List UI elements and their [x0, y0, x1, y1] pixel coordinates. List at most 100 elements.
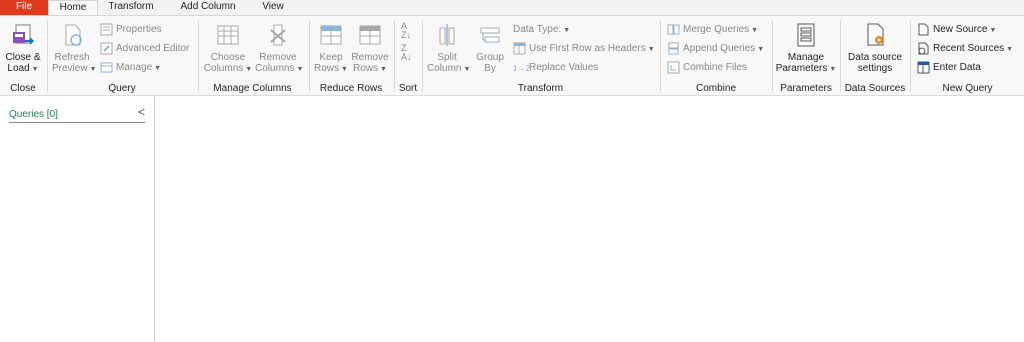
chevron-down-icon: ▼	[757, 46, 765, 53]
chevron-down-icon: ▼	[380, 66, 387, 73]
replace-values-label: Replace Values	[529, 62, 599, 73]
enter-data-icon	[917, 61, 930, 74]
data-source-settings-button[interactable]: Data source settings	[843, 22, 907, 74]
chevron-down-icon: ▼	[296, 66, 304, 73]
group-label-close: Close	[10, 83, 36, 94]
replace-values-button[interactable]: 1→2Replace Values	[513, 60, 598, 76]
remove-rows-label: Remove	[351, 52, 389, 63]
merge-queries-label: Merge Queries	[683, 24, 750, 35]
keep-label: Keep	[319, 52, 343, 63]
refresh-preview-button[interactable]: Refresh Preview ▼	[52, 22, 97, 75]
collapse-pane-icon[interactable]: <	[138, 105, 145, 119]
group-transform: Split Column ▼ Group By Data Type: ▼ Use F…	[423, 16, 658, 96]
manage-params-label-2: Parameters	[775, 63, 828, 74]
new-source-label: New Source	[933, 24, 988, 35]
append-icon	[667, 42, 680, 55]
enter-data-label: Enter Data	[933, 62, 981, 73]
group-label-parameters: Parameters	[780, 83, 832, 94]
parameters-icon	[793, 22, 819, 48]
queries-title[interactable]: Queries [0]	[9, 109, 145, 123]
choose-label-2: Columns	[203, 63, 244, 74]
remove-columns-button[interactable]: Remove Columns ▼	[255, 22, 304, 75]
close-load-label-2: Load	[7, 63, 30, 74]
properties-label: Properties	[116, 24, 162, 35]
close-load-button[interactable]: Close & Load ▼	[3, 22, 43, 75]
close-load-label: Close &	[5, 52, 41, 63]
merge-queries-button[interactable]: Merge Queries ▼	[667, 22, 758, 38]
chevron-down-icon: ▼	[154, 65, 162, 72]
remove-rows-button[interactable]: Remove Rows ▼	[350, 22, 390, 75]
group-label-transform: Transform	[517, 83, 564, 94]
chevron-down-icon: ▼	[1006, 46, 1014, 53]
manage-label: Manage	[116, 62, 153, 73]
use-first-row-label: Use First Row as Headers	[529, 43, 646, 54]
tab-file[interactable]: File	[0, 0, 48, 15]
close-load-icon	[10, 22, 36, 48]
data-source-settings-icon	[862, 22, 888, 48]
data-source-label-2: settings	[857, 63, 893, 74]
remove-rows-icon	[357, 22, 383, 48]
manage-button[interactable]: Manage ▼	[100, 60, 161, 76]
sort-descending-button[interactable]: Z A↓	[401, 44, 412, 62]
sort-ascending-button[interactable]: A Z↓	[401, 22, 411, 40]
group-sort: A Z↓ Z A↓ Sort	[395, 16, 421, 96]
chevron-down-icon: ▼	[751, 27, 759, 34]
group-by-button[interactable]: Group By	[471, 22, 509, 74]
group-data-sources: Data source settings Data Sources	[841, 16, 909, 96]
sort-descending-icon: Z A↓	[401, 43, 412, 62]
choose-columns-button[interactable]: Choose Columns ▼	[203, 22, 253, 75]
keep-label-2: Rows	[314, 63, 340, 74]
keep-rows-button[interactable]: Keep Rows ▼	[312, 22, 350, 75]
remove-columns-icon	[265, 22, 291, 48]
append-queries-label: Append Queries	[683, 43, 756, 54]
group-label-data-sources: Data Sources	[844, 83, 906, 94]
tab-transform[interactable]: Transform	[98, 0, 164, 15]
choose-columns-icon	[215, 22, 241, 48]
ribbon: Close & Load ▼ Close Refresh Preview ▼ Pro…	[0, 15, 1024, 96]
recent-sources-label: Recent Sources	[933, 43, 1005, 54]
tab-view[interactable]: View	[252, 0, 294, 15]
combine-files-label: Combine Files	[683, 62, 747, 73]
combine-files-button[interactable]: Combine Files	[667, 60, 747, 76]
chevron-down-icon: ▼	[31, 66, 39, 73]
manage-icon	[100, 61, 113, 74]
recent-sources-icon	[917, 42, 930, 55]
group-new-query: New Source ▼ Recent Sources ▼ Enter Data N…	[911, 16, 1024, 96]
combine-files-icon	[667, 61, 680, 74]
keep-rows-icon	[318, 22, 344, 48]
group-label-sort: Sort	[398, 83, 418, 94]
enter-data-button[interactable]: Enter Data	[917, 60, 981, 76]
data-source-label: Data source	[848, 52, 902, 63]
use-first-row-button[interactable]: Use First Row as Headers ▼	[513, 41, 655, 57]
data-type-label: Data Type:	[513, 24, 562, 35]
group-label-combine: Combine	[695, 83, 737, 94]
split-label-2: Column	[427, 63, 462, 74]
properties-button[interactable]: Properties	[100, 22, 162, 38]
data-type-button[interactable]: Data Type: ▼	[513, 22, 570, 38]
group-label-2: By	[484, 63, 496, 74]
new-source-button[interactable]: New Source ▼	[917, 22, 996, 38]
append-queries-button[interactable]: Append Queries ▼	[667, 41, 764, 57]
group-close: Close & Load ▼ Close	[0, 16, 46, 96]
split-column-button[interactable]: Split Column ▼	[427, 22, 470, 75]
chevron-down-icon: ▼	[829, 66, 837, 73]
advanced-editor-icon	[100, 42, 113, 55]
group-label-reduce-rows: Reduce Rows	[319, 83, 383, 94]
tab-add-column[interactable]: Add Column	[168, 0, 248, 15]
group-parameters: Manage Parameters ▼ Parameters	[773, 16, 839, 96]
group-by-icon	[477, 22, 503, 48]
group-label-new-query: New Query	[942, 83, 993, 94]
tab-home[interactable]: Home	[48, 0, 98, 16]
choose-label: Choose	[210, 52, 246, 63]
split-column-icon	[434, 22, 460, 48]
refresh-label: Refresh	[54, 52, 90, 63]
new-source-icon	[917, 23, 930, 36]
chevron-down-icon: ▼	[647, 46, 655, 53]
recent-sources-button[interactable]: Recent Sources ▼	[917, 41, 1013, 57]
group-query: Refresh Preview ▼ Properties Advanced Edi…	[48, 16, 196, 96]
chevron-down-icon: ▼	[245, 66, 253, 73]
manage-parameters-button[interactable]: Manage Parameters ▼	[775, 22, 837, 75]
advanced-editor-button[interactable]: Advanced Editor	[100, 41, 189, 57]
remove-label-2: Columns	[255, 63, 295, 74]
merge-icon	[667, 23, 680, 36]
